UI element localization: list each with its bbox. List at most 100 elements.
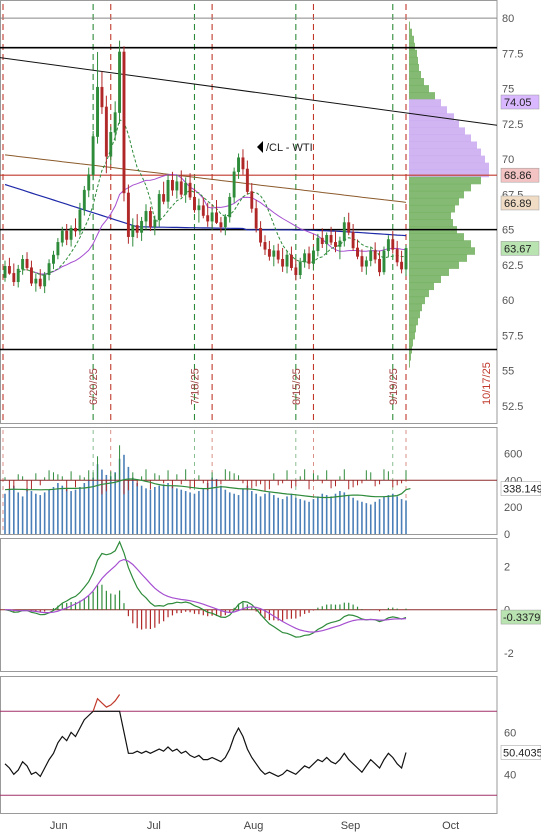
volume-axis-tick: 200: [504, 502, 522, 514]
volume-bar: [268, 492, 271, 534]
candle-body: [52, 254, 55, 264]
volume-bar: [237, 495, 240, 534]
volume-bar: [273, 495, 275, 534]
volume-bar: [325, 495, 328, 534]
volume-profile-bar: [409, 204, 455, 213]
volume-bar: [43, 492, 46, 534]
price-axis-tick: 60: [502, 295, 514, 307]
volume-bar: [57, 482, 59, 534]
candle-body: [334, 242, 337, 247]
volume-bar: [391, 493, 394, 534]
candle-body: [232, 171, 236, 198]
candle-body: [91, 136, 95, 175]
volume-profile-bar: [409, 42, 415, 51]
volume-bar: [246, 485, 249, 534]
macd-axis-tick: 2: [504, 562, 510, 574]
volume-bar: [52, 487, 55, 534]
volume-bar: [312, 499, 315, 534]
volume-bar: [369, 504, 372, 534]
candle-body: [34, 278, 38, 284]
rsi-axis-tick: 40: [504, 769, 516, 781]
candle-body: [148, 211, 152, 228]
price-badge-text: 74.05: [504, 97, 532, 109]
volume-bar: [290, 493, 293, 534]
candle-body: [43, 274, 47, 287]
volume-bar: [136, 482, 138, 534]
volume-profile-bar: [409, 197, 459, 206]
candle-body: [325, 235, 329, 244]
candle-body: [285, 254, 289, 267]
candle-body: [171, 180, 174, 191]
price-axis-tick: 75: [502, 84, 514, 96]
volume-bar: [242, 488, 244, 534]
volume-bar: [149, 489, 152, 534]
price-badge-text: 68.86: [504, 170, 532, 182]
volume-axis-tick: 0: [504, 529, 510, 541]
candle-body: [347, 222, 351, 233]
volume-bar: [48, 489, 50, 534]
volume-bar: [343, 492, 346, 534]
rsi-axis-tick: 60: [504, 727, 516, 739]
volume-bar: [158, 485, 161, 534]
volume-profile-bar: [409, 99, 441, 107]
volume-profile-bar: [409, 70, 421, 79]
volume-bar: [295, 497, 297, 534]
candle-body: [263, 242, 267, 250]
candle-body: [338, 240, 342, 247]
candle-body: [140, 220, 144, 233]
candle-body: [131, 225, 135, 237]
candle-body: [29, 267, 33, 284]
candle-body: [47, 263, 51, 276]
candle-body: [104, 106, 108, 157]
volume-bar: [228, 492, 231, 534]
candle-body: [157, 194, 161, 221]
volume-bar: [61, 485, 64, 534]
volume-bar: [277, 497, 280, 534]
price-axis-tick: 62.5: [502, 260, 523, 272]
volume-bar: [361, 501, 363, 534]
volume-profile-bar: [409, 303, 422, 312]
macd-badge-text: -0.3379: [503, 612, 540, 624]
volume-profile-bar: [409, 35, 414, 44]
candle-body: [294, 267, 298, 276]
volume-profile-bar: [409, 183, 471, 192]
volume-bar: [202, 488, 205, 534]
volume-profile-bar: [409, 353, 411, 361]
volume-profile-bar: [409, 261, 459, 269]
date-label: 8/15/25: [291, 368, 303, 405]
volume-bar: [154, 487, 156, 534]
chart-root: 80 77.5 75 72.5 70 67.5 65 62.5 60 57.5 55 52.5/CL …: [0, 0, 541, 834]
candle-body: [7, 266, 11, 274]
candle-body: [356, 247, 359, 257]
volume-bar: [396, 496, 398, 534]
candle-body: [96, 86, 99, 137]
volume-profile-bar: [409, 282, 434, 291]
volume-profile-bar: [409, 331, 415, 340]
date-label: 9/19/25: [388, 368, 400, 405]
candle-body: [118, 51, 122, 113]
candle-body: [69, 227, 73, 240]
candle-body: [276, 250, 280, 260]
volume-bar: [180, 489, 183, 534]
candle-body: [193, 196, 196, 211]
volume-bar: [193, 493, 196, 534]
candle-body: [16, 268, 20, 283]
volume-bar: [321, 493, 324, 534]
volume-profile-bar: [409, 254, 467, 262]
volume-profile-bar: [409, 127, 465, 135]
volume-bar: [30, 491, 33, 534]
candle-body: [267, 249, 271, 257]
month-label: Jun: [50, 820, 68, 832]
volume-bar: [339, 491, 341, 534]
candle-body: [303, 253, 307, 263]
month-label: Jul: [147, 820, 161, 832]
candle-body: [215, 212, 218, 223]
candle-body: [351, 232, 355, 249]
volume-bar: [286, 496, 288, 534]
candle-body: [342, 222, 346, 242]
month-label: Oct: [442, 820, 459, 832]
candle-body: [113, 112, 117, 133]
volume-profile-bar: [409, 21, 410, 30]
date-label: 10/17/25: [481, 362, 493, 405]
candle-body: [364, 260, 368, 267]
